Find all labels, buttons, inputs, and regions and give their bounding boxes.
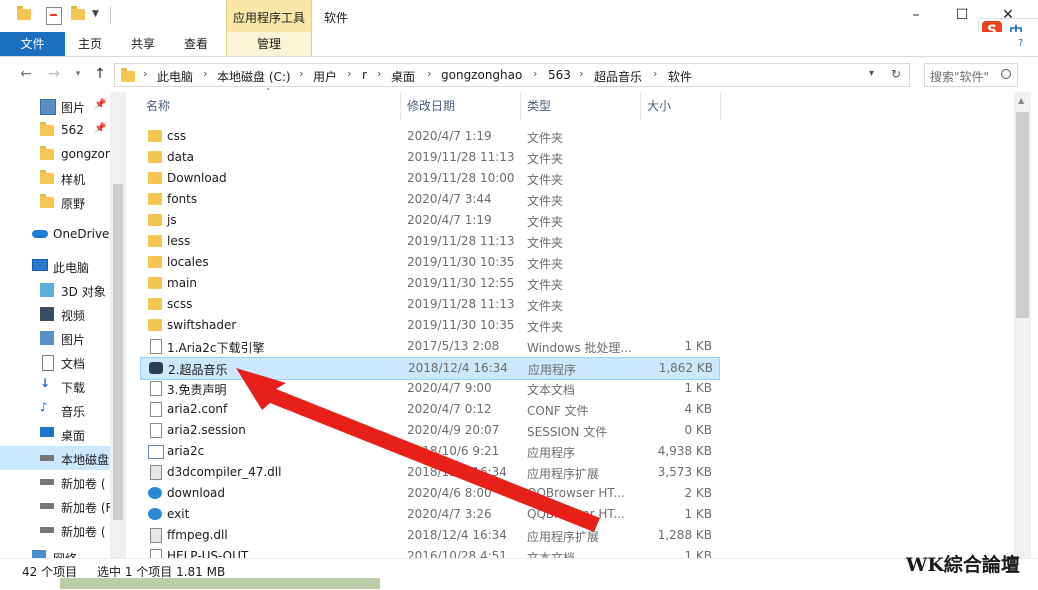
arrow-shape xyxy=(236,368,600,532)
desktop-peek xyxy=(60,578,380,589)
red-arrow-annotation xyxy=(236,368,600,532)
watermark: WK綜合論壇 xyxy=(906,554,1020,576)
